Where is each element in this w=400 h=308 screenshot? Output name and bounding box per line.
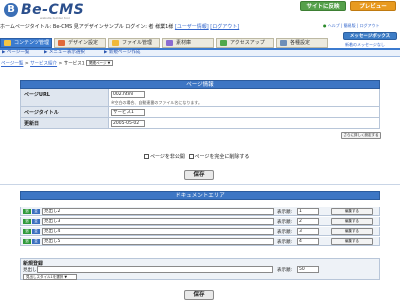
doc-row: 追 並 見出し3 表示順: 2 編集する <box>20 217 380 226</box>
add-tag-icon[interactable]: 追 <box>23 239 31 244</box>
order-input[interactable]: 3 <box>297 228 319 235</box>
new-entry-section: 新規登録 見出し1 表示順: 50 見出しスタイル1を選択 ▼ <box>20 258 380 280</box>
page-title-input[interactable]: サービス1 <box>111 109 145 116</box>
order-label: 表示順: <box>277 240 293 245</box>
breadcrumb-current: サービス1 <box>63 61 85 67</box>
sort-tag-icon[interactable]: 並 <box>32 209 40 214</box>
help-icon: ● <box>323 23 327 28</box>
logo-subtitle: website builder tool <box>40 16 70 20</box>
folder-icon <box>112 40 119 46</box>
add-tag-icon[interactable]: 追 <box>23 229 31 234</box>
order-label: 表示順: <box>277 220 293 225</box>
doc-heading-input[interactable]: 見出し2 <box>42 208 274 215</box>
updated-date-label: 更新日 <box>21 118 109 128</box>
tab-design[interactable]: デザイン設定 <box>54 38 106 48</box>
section-divider <box>0 184 400 185</box>
document-area-title: ドキュメントエリア <box>20 191 380 200</box>
doc-row: 追 並 見出し4 表示順: 3 編集する <box>20 227 380 236</box>
order-input[interactable]: 4 <box>297 238 319 245</box>
edit-button[interactable]: 編集する <box>331 228 373 235</box>
help-link[interactable]: ヘルプ <box>328 23 340 28</box>
order-input[interactable]: 2 <box>297 218 319 225</box>
material-icon <box>166 40 173 46</box>
doc-heading-input[interactable]: 見出し3 <box>42 218 274 225</box>
app-logo: B Be-CMS website builder tool <box>4 2 90 20</box>
doc-heading-input[interactable]: 見出し5 <box>42 238 274 245</box>
hide-page-label: ページを非公開 <box>150 154 185 160</box>
add-tag-icon[interactable]: 追 <box>23 219 31 224</box>
page-url-note: ※空白の場合、自動連番のファイル名になります。 <box>111 100 202 105</box>
order-label: 表示順: <box>277 210 293 215</box>
logo-icon: B <box>4 3 18 17</box>
page-title-label: ページタイトル <box>21 107 109 117</box>
tab-access[interactable]: アクセスアップ <box>216 38 274 48</box>
order-input[interactable]: 1 <box>297 208 319 215</box>
delete-page-checkbox[interactable] <box>188 154 194 159</box>
updated-date-input[interactable]: 2005-05-02 <box>111 120 145 127</box>
subnav-new-page[interactable]: ▶ 新規ページ作成 <box>104 50 140 56</box>
tab-settings[interactable]: 各種設定 <box>276 38 328 48</box>
breadcrumb-service[interactable]: サービス紹介 <box>30 62 57 67</box>
page-info-title: ページ情報 <box>20 80 380 89</box>
heading-style-select[interactable]: 見出しスタイル1を選択 ▼ <box>23 274 77 280</box>
arrow-icon: ▶ <box>104 50 108 55</box>
subnav-page-list[interactable]: ▶ ページ一覧 <box>2 50 29 56</box>
help-links: ● ヘルプ | 簡易版 | ログアウト <box>323 23 380 28</box>
sort-tag-icon[interactable]: 並 <box>32 229 40 234</box>
doc-row: 追 並 見出し2 表示順: 1 編集する <box>20 207 380 216</box>
sort-tag-icon[interactable]: 並 <box>32 239 40 244</box>
save-button-top[interactable]: 保存 <box>184 170 214 180</box>
edit-button[interactable]: 編集する <box>331 218 373 225</box>
main-tabs: コンテンツ管理 デザイン設定 ファイル管理 素材庫 アクセスアップ 各種設定 <box>0 38 340 48</box>
tab-materials[interactable]: 素材庫 <box>162 38 214 48</box>
access-icon <box>220 40 227 46</box>
top-bar: B Be-CMS website builder tool サイトに反映 プレビ… <box>0 0 400 22</box>
page-url-label: ページURL <box>21 89 109 106</box>
breadcrumb-page-list[interactable]: ページ一覧 <box>1 62 23 67</box>
save-button-bottom[interactable]: 保存 <box>184 290 214 300</box>
user-info-line: ホームページタイトル: Be-CMS 見アデザインサンプル ログイン: 者 様業… <box>0 23 300 31</box>
arrow-icon: ▶ <box>2 50 6 55</box>
design-icon <box>58 40 65 46</box>
hide-page-checkbox[interactable] <box>144 154 149 159</box>
order-label: 表示順: <box>277 230 293 235</box>
user-info-link[interactable]: [ユーザー情報] <box>175 24 209 30</box>
edit-button[interactable]: 編集する <box>331 238 373 245</box>
page-options: ページを非公開 ページを完全に削除する <box>142 153 249 160</box>
preview-button[interactable]: プレビュー <box>350 1 396 11</box>
content-icon <box>4 40 11 46</box>
site-title-text: ホームページタイトル: Be-CMS 見アデザインサンプル ログイン: 者 様業… <box>0 24 174 30</box>
related-page-select[interactable]: 関連ページ ▼ <box>86 60 114 66</box>
delete-page-label: ページを完全に削除する <box>194 154 250 160</box>
page-url-input[interactable]: 002.html <box>111 91 145 98</box>
settings-icon <box>280 40 287 46</box>
message-box-button[interactable]: メッセージボックス <box>343 32 397 40</box>
sort-tag-icon[interactable]: 並 <box>32 219 40 224</box>
sub-navigation: ▶ ページ一覧 ▶ メニュー表示選択 ▶ 新規ページ作成 <box>0 50 400 57</box>
edit-button[interactable]: 編集する <box>331 208 373 215</box>
breadcrumb: ページ一覧 > サービス紹介 > サービス1 関連ページ ▼ <box>1 60 301 67</box>
updated-date-row: 更新日 2005-05-02 <box>20 118 380 129</box>
tab-content[interactable]: コンテンツ管理 <box>0 38 52 48</box>
tab-files[interactable]: ファイル管理 <box>108 38 160 48</box>
subnav-menu-display[interactable]: ▶ メニュー表示選択 <box>44 50 85 56</box>
new-order-label: 表示順: <box>277 268 293 273</box>
help-logout-link[interactable]: ログアウト <box>360 23 380 28</box>
new-order-input[interactable]: 50 <box>297 266 319 273</box>
page-url-row: ページURL 002.html ※空白の場合、自動連番のファイル名になります。 <box>20 89 380 107</box>
page-title-row: ページタイトル サービス1 <box>20 107 380 118</box>
logout-link[interactable]: [ログアウト] <box>210 24 239 30</box>
doc-heading-input[interactable]: 見出し4 <box>42 228 274 235</box>
add-tag-icon[interactable]: 追 <box>23 209 31 214</box>
publish-site-button[interactable]: サイトに反映 <box>300 1 346 11</box>
arrow-icon: ▶ <box>44 50 48 55</box>
new-heading-input[interactable] <box>37 266 273 273</box>
simple-mode-link[interactable]: 簡易版 <box>344 23 356 28</box>
advanced-settings-button[interactable]: さらに詳しく設定する <box>341 132 381 139</box>
doc-row: 追 並 見出し5 表示順: 4 編集する <box>20 237 380 246</box>
